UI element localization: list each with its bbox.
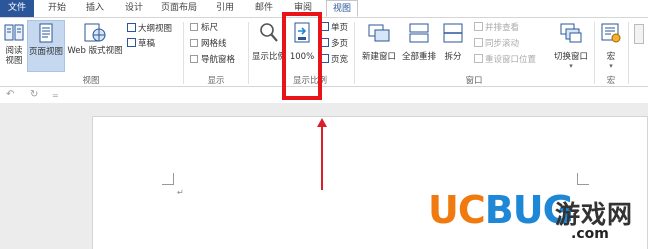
new-window-icon — [368, 24, 390, 42]
switch-windows-button[interactable]: 切换窗口 ▾ — [551, 20, 591, 72]
watermark-domain: .com — [571, 226, 609, 242]
reset-position-icon — [474, 54, 483, 63]
quick-access-toolbar: ↶ ↻ = — [0, 88, 648, 103]
draft-icon — [127, 38, 136, 47]
redo-icon[interactable]: ↻ — [30, 89, 38, 100]
reset-window-position-button[interactable]: 重设窗口位置 — [474, 54, 536, 67]
arrange-all-icon — [409, 23, 429, 43]
web-layout-icon — [84, 23, 106, 42]
web-layout-label: Web 版式视图 — [67, 46, 123, 56]
ribbon-panel: 阅读 视图 页面视图 Web 版式视图 大纲视图 草稿 视图 标尺 网格线 导航… — [0, 17, 648, 87]
tab-view[interactable]: 视图 — [326, 0, 358, 17]
tab-insert[interactable]: 插入 — [80, 0, 110, 17]
highlight-box — [282, 12, 322, 100]
paragraph-mark: ↵ — [177, 188, 184, 197]
side-by-side-label: 并排查看 — [485, 23, 520, 33]
read-mode-label-1: 阅读 — [5, 46, 23, 56]
outline-icon — [127, 23, 136, 32]
tab-references[interactable]: 引用 — [210, 0, 240, 17]
outline-button[interactable]: 大纲视图 — [127, 23, 172, 36]
edge-icon — [634, 24, 644, 44]
tab-home[interactable]: 开始 — [42, 0, 72, 17]
gridlines-checkbox[interactable]: 网格线 — [190, 38, 227, 51]
ruler-checkbox-box[interactable] — [190, 23, 198, 31]
gridlines-checkbox-box[interactable] — [190, 39, 198, 47]
customize-toolbar-icon[interactable]: = — [52, 91, 59, 100]
one-page-button[interactable]: 单页 — [320, 22, 348, 35]
reset-position-label: 重设窗口位置 — [485, 55, 537, 65]
group-divider — [628, 22, 629, 84]
read-mode-label-2: 视图 — [5, 56, 23, 66]
arrange-all-button[interactable]: 全部重排 — [400, 20, 438, 72]
crop-mark-right — [577, 173, 589, 185]
tab-page-layout[interactable]: 页面布局 — [156, 0, 202, 17]
split-icon — [443, 23, 463, 43]
outline-label: 大纲视图 — [138, 24, 173, 34]
magnifier-icon — [260, 23, 278, 42]
group-label-macros: 宏 — [606, 76, 616, 86]
read-mode-button[interactable]: 阅读 视图 — [2, 20, 26, 72]
macros-label: 宏 — [606, 52, 616, 62]
print-layout-icon — [39, 23, 53, 43]
macros-button[interactable]: 宏 ▾ — [598, 20, 624, 72]
read-mode-icon — [4, 24, 24, 41]
tab-mailings[interactable]: 邮件 — [249, 0, 279, 17]
sync-scrolling-button[interactable]: 同步滚动 — [474, 38, 519, 51]
overflow-button[interactable] — [632, 20, 646, 72]
sync-scroll-icon — [474, 38, 483, 47]
sync-scroll-label: 同步滚动 — [485, 39, 520, 49]
tab-design[interactable]: 设计 — [119, 0, 149, 17]
draft-button[interactable]: 草稿 — [127, 38, 155, 51]
one-page-label: 单页 — [331, 23, 349, 33]
watermark-uc: UC — [428, 188, 486, 232]
page-width-button[interactable]: 页宽 — [320, 54, 348, 67]
new-window-label: 新建窗口 — [361, 52, 396, 62]
side-by-side-icon — [474, 22, 483, 31]
group-label-window: 窗口 — [465, 76, 483, 86]
print-layout-label: 页面视图 — [28, 47, 63, 57]
new-window-button[interactable]: 新建窗口 — [359, 20, 399, 72]
web-layout-button[interactable]: Web 版式视图 — [66, 20, 124, 72]
nav-pane-checkbox-box[interactable] — [190, 55, 198, 63]
group-label-show: 显示 — [207, 76, 225, 86]
arrange-all-label: 全部重排 — [401, 52, 436, 62]
multiple-pages-button[interactable]: 多页 — [320, 38, 348, 51]
split-label: 拆分 — [444, 52, 462, 62]
ribbon-tab-bar: 文件 开始 插入 设计 页面布局 引用 邮件 审阅 视图 — [0, 0, 648, 17]
watermark-logo: UCBUG — [428, 188, 574, 232]
crop-mark-left — [162, 173, 174, 185]
view-side-by-side-button[interactable]: 并排查看 — [474, 22, 519, 35]
macros-icon — [601, 23, 621, 43]
chevron-down-icon: ▾ — [569, 62, 573, 70]
switch-windows-label: 切换窗口 — [553, 52, 588, 62]
split-button[interactable]: 拆分 — [440, 20, 466, 72]
ruler-checkbox[interactable]: 标尺 — [190, 22, 218, 35]
multiple-pages-label: 多页 — [331, 39, 349, 49]
gridlines-label: 网格线 — [201, 39, 227, 49]
tab-file[interactable]: 文件 — [0, 0, 34, 17]
nav-pane-label: 导航窗格 — [201, 55, 236, 65]
chevron-down-icon: ▾ — [609, 62, 613, 70]
switch-windows-icon — [560, 23, 582, 43]
group-divider — [248, 22, 249, 84]
draft-label: 草稿 — [138, 39, 156, 49]
undo-icon[interactable]: ↶ — [6, 89, 14, 100]
nav-pane-checkbox[interactable]: 导航窗格 — [190, 54, 235, 67]
group-divider — [594, 22, 595, 84]
page-width-label: 页宽 — [331, 55, 349, 65]
ruler-label: 标尺 — [201, 23, 219, 33]
arrow-line — [321, 125, 323, 190]
group-label-views: 视图 — [82, 76, 100, 86]
print-layout-button[interactable]: 页面视图 — [27, 20, 65, 72]
